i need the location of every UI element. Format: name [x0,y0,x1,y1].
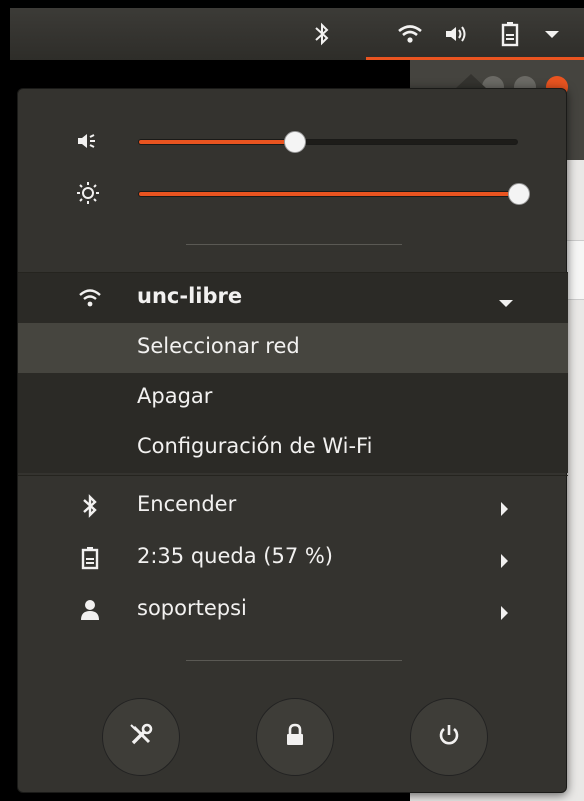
volume-icon [76,129,100,153]
brightness-slider-row [18,173,568,213]
volume-slider-fill [139,140,295,144]
power-icon [436,722,462,752]
chevron-right-icon [498,602,510,626]
menu-arrow-icon[interactable] [538,20,566,48]
settings-icon [128,722,154,752]
battery-icon [78,546,102,570]
wifi-settings-item[interactable]: Configuración de Wi-Fi [18,423,568,473]
user-item[interactable]: soportepsi [18,585,568,635]
brightness-slider-fill [139,192,519,196]
wifi-network-item[interactable]: unc-libre [18,273,568,323]
top-panel [10,8,584,60]
battery-item[interactable]: 2:35 queda (57 %) [18,533,568,583]
menu-item-label: Seleccionar red [137,334,300,358]
power-button[interactable] [410,698,488,776]
bluetooth-item[interactable]: Encender [18,481,568,531]
wifi-turn-off-item[interactable]: Apagar [18,373,568,423]
popup-arrow [455,74,487,89]
brightness-slider-handle[interactable] [508,183,530,205]
user-icon [78,598,102,622]
volume-icon[interactable] [442,20,470,48]
chevron-down-icon [498,290,514,314]
chevron-right-icon [498,550,510,574]
bluetooth-label: Encender [137,492,237,516]
volume-slider[interactable] [138,131,518,153]
wifi-network-label: unc-libre [137,284,243,308]
user-label: soportepsi [137,596,247,620]
menu-item-label: Apagar [137,384,213,408]
wifi-icon[interactable] [396,20,424,48]
settings-button[interactable] [102,698,180,776]
battery-label: 2:35 queda (57 %) [137,544,334,568]
battery-icon[interactable] [496,20,524,48]
chevron-right-icon [498,498,510,522]
lock-button[interactable] [256,698,334,776]
bluetooth-icon [78,494,102,518]
separator [18,475,568,476]
menu-item-label: Configuración de Wi-Fi [137,434,373,458]
bluetooth-icon[interactable] [308,20,336,48]
separator [186,244,402,245]
screenshot-frame: unc-libre Seleccionar red Apagar Configu… [0,0,584,801]
volume-slider-handle[interactable] [284,131,306,153]
separator [186,660,402,661]
volume-slider-row [18,121,568,161]
system-menu-popup: unc-libre Seleccionar red Apagar Configu… [17,88,568,793]
wifi-icon [78,286,102,310]
brightness-slider[interactable] [138,183,530,205]
brightness-icon [76,181,100,205]
wifi-select-network-item[interactable]: Seleccionar red [18,323,568,373]
lock-icon [284,723,306,751]
panel-active-indicator [366,57,584,60]
